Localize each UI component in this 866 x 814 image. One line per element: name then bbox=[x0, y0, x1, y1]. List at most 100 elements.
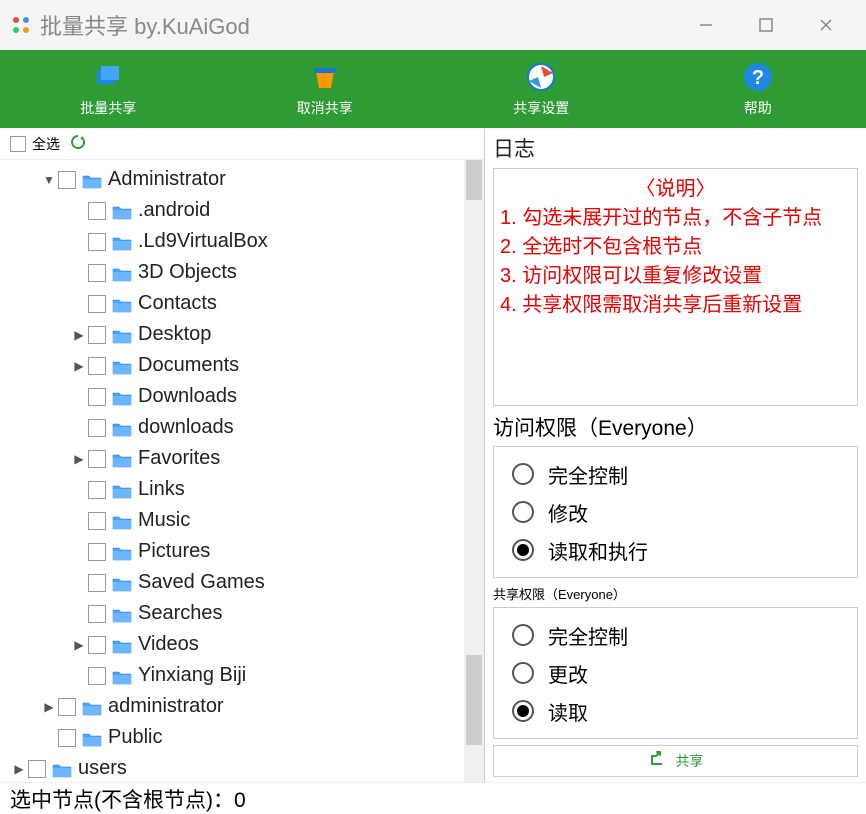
tab-share-settings[interactable]: 共享设置 bbox=[433, 50, 650, 128]
radio-icon[interactable] bbox=[512, 463, 534, 485]
node-checkbox[interactable] bbox=[88, 388, 106, 406]
folder-tree[interactable]: ▼Administrator .android .Ld9VirtualBox 3D O… bbox=[0, 160, 464, 782]
select-all-checkbox[interactable] bbox=[10, 136, 26, 152]
share-icon bbox=[648, 750, 666, 773]
tree-node[interactable]: Links bbox=[0, 474, 464, 505]
tree-node[interactable]: Downloads bbox=[0, 381, 464, 412]
node-checkbox[interactable] bbox=[88, 295, 106, 313]
share-perm-option[interactable]: 更改 bbox=[504, 654, 847, 692]
tree-node[interactable]: 3D Objects bbox=[0, 257, 464, 288]
access-perm-box: 完全控制修改读取和执行 bbox=[493, 446, 858, 578]
node-checkbox[interactable] bbox=[28, 760, 46, 778]
tree-node[interactable]: Music bbox=[0, 505, 464, 536]
tree-node[interactable]: ▼Administrator bbox=[0, 164, 464, 195]
node-checkbox[interactable] bbox=[88, 326, 106, 344]
tree-node[interactable]: ▶Favorites bbox=[0, 443, 464, 474]
tree-node[interactable]: ▶administrator bbox=[0, 691, 464, 722]
node-label: .Ld9VirtualBox bbox=[138, 230, 268, 253]
node-label: Searches bbox=[138, 602, 223, 625]
node-label: Music bbox=[138, 509, 190, 532]
node-checkbox[interactable] bbox=[88, 636, 106, 654]
expand-arrow-icon[interactable]: ▶ bbox=[10, 762, 28, 776]
log-heading: 〈说明〉 bbox=[500, 175, 851, 204]
node-checkbox[interactable] bbox=[88, 450, 106, 468]
node-label: Pictures bbox=[138, 540, 210, 563]
minimize-button[interactable] bbox=[676, 0, 736, 50]
node-label: .android bbox=[138, 199, 210, 222]
radio-icon[interactable] bbox=[512, 624, 534, 646]
access-perm-option[interactable]: 修改 bbox=[504, 493, 847, 531]
radio-label: 完全控制 bbox=[548, 460, 628, 489]
left-panel: 全选 ▼Administrator.android.Ld9VirtualBox3… bbox=[0, 128, 485, 782]
node-checkbox[interactable] bbox=[88, 264, 106, 282]
folder-icon bbox=[112, 482, 132, 498]
tree-node[interactable]: ▶Desktop bbox=[0, 319, 464, 350]
node-checkbox[interactable] bbox=[58, 171, 76, 189]
node-label: Yinxiang Biji bbox=[138, 664, 246, 687]
node-checkbox[interactable] bbox=[88, 667, 106, 685]
tab-cancel-share[interactable]: 取消共享 bbox=[217, 50, 434, 128]
node-checkbox[interactable] bbox=[58, 729, 76, 747]
node-checkbox[interactable] bbox=[88, 419, 106, 437]
statusbar: 选中节点(不含根节点)：0 bbox=[0, 782, 866, 814]
radio-icon[interactable] bbox=[512, 539, 534, 561]
expand-arrow-icon[interactable]: ▶ bbox=[70, 328, 88, 342]
node-checkbox[interactable] bbox=[88, 357, 106, 375]
log-line: 3. 访问权限可以重复修改设置 bbox=[500, 262, 851, 291]
right-panel: 日志 〈说明〉 1. 勾选未展开过的节点，不含子节点2. 全选时不包含根节点3.… bbox=[485, 128, 866, 782]
node-checkbox[interactable] bbox=[88, 202, 106, 220]
tree-node[interactable]: ▶Documents bbox=[0, 350, 464, 381]
access-perm-title: 访问权限（Everyone） bbox=[493, 412, 858, 442]
tree-node[interactable]: ▶users bbox=[0, 753, 464, 782]
folder-icon bbox=[112, 358, 132, 374]
access-perm-option[interactable]: 读取和执行 bbox=[504, 531, 847, 569]
tree-node[interactable]: Pictures bbox=[0, 536, 464, 567]
expand-arrow-icon[interactable]: ▼ bbox=[40, 173, 58, 187]
tree-node[interactable]: Saved Games bbox=[0, 567, 464, 598]
share-button-label: 共享 bbox=[676, 751, 704, 771]
radio-label: 完全控制 bbox=[548, 621, 628, 650]
node-label: Saved Games bbox=[138, 571, 265, 594]
node-checkbox[interactable] bbox=[88, 481, 106, 499]
share-button[interactable]: 共享 bbox=[493, 745, 858, 777]
radio-label: 读取和执行 bbox=[548, 536, 648, 565]
node-checkbox[interactable] bbox=[58, 698, 76, 716]
expand-arrow-icon[interactable]: ▶ bbox=[70, 452, 88, 466]
node-checkbox[interactable] bbox=[88, 605, 106, 623]
expand-arrow-icon[interactable]: ▶ bbox=[70, 638, 88, 652]
tree-node[interactable]: .Ld9VirtualBox bbox=[0, 226, 464, 257]
tree-node[interactable]: .android bbox=[0, 195, 464, 226]
tree-node[interactable]: Yinxiang Biji bbox=[0, 660, 464, 691]
node-checkbox[interactable] bbox=[88, 574, 106, 592]
folder-icon bbox=[112, 296, 132, 312]
node-checkbox[interactable] bbox=[88, 233, 106, 251]
cancel-share-icon bbox=[308, 60, 342, 94]
maximize-button[interactable] bbox=[736, 0, 796, 50]
tab-label: 取消共享 bbox=[297, 98, 353, 118]
tree-scrollbar[interactable] bbox=[464, 160, 484, 782]
expand-arrow-icon[interactable]: ▶ bbox=[70, 359, 88, 373]
log-line: 2. 全选时不包含根节点 bbox=[500, 233, 851, 262]
tree-node[interactable]: downloads bbox=[0, 412, 464, 443]
radio-icon[interactable] bbox=[512, 700, 534, 722]
radio-icon[interactable] bbox=[512, 501, 534, 523]
folder-icon bbox=[112, 420, 132, 436]
close-button[interactable] bbox=[796, 0, 856, 50]
refresh-icon[interactable] bbox=[70, 134, 86, 154]
log-line: 4. 共享权限需取消共享后重新设置 bbox=[500, 291, 851, 320]
tree-node[interactable]: Public bbox=[0, 722, 464, 753]
tree-node[interactable]: Searches bbox=[0, 598, 464, 629]
share-perm-option[interactable]: 完全控制 bbox=[504, 616, 847, 654]
tab-batch-share[interactable]: 批量共享 bbox=[0, 50, 217, 128]
share-perm-box: 完全控制更改读取 bbox=[493, 607, 858, 739]
expand-arrow-icon[interactable]: ▶ bbox=[40, 700, 58, 714]
tree-node[interactable]: ▶Videos bbox=[0, 629, 464, 660]
node-checkbox[interactable] bbox=[88, 512, 106, 530]
access-perm-option[interactable]: 完全控制 bbox=[504, 455, 847, 493]
share-perm-option[interactable]: 读取 bbox=[504, 692, 847, 730]
node-checkbox[interactable] bbox=[88, 543, 106, 561]
radio-icon[interactable] bbox=[512, 662, 534, 684]
log-line: 1. 勾选未展开过的节点，不含子节点 bbox=[500, 204, 851, 233]
tree-node[interactable]: Contacts bbox=[0, 288, 464, 319]
tab-help[interactable]: ?帮助 bbox=[650, 50, 866, 128]
